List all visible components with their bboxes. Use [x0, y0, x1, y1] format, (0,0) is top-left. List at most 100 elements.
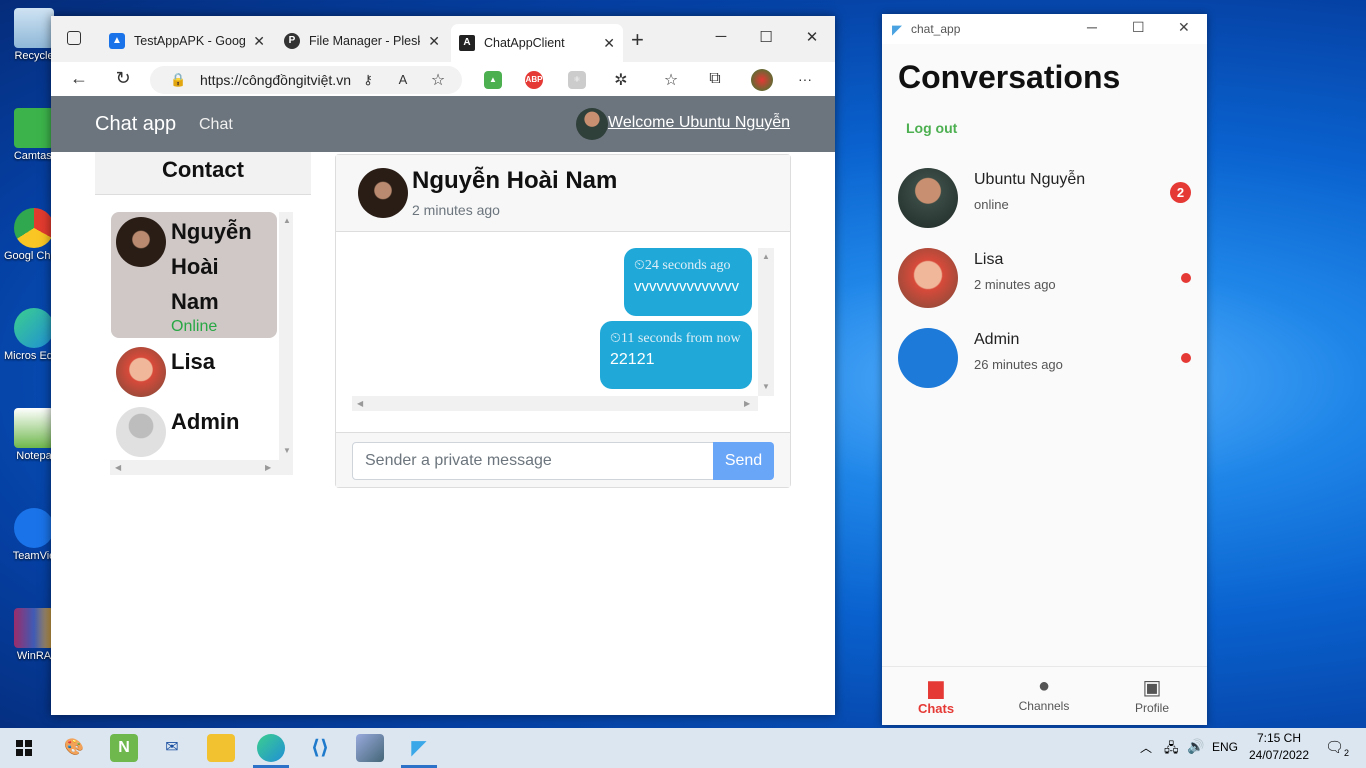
message-input[interactable]: Sender a private message	[352, 442, 714, 480]
network-icon[interactable]: 🖧	[1164, 739, 1179, 761]
adblock-icon[interactable]: ABP	[525, 71, 543, 89]
conversation-name: Lisa	[974, 251, 1004, 268]
nav-link-chat[interactable]: Chat	[199, 116, 233, 134]
navbar-brand[interactable]: Chat app	[95, 113, 176, 136]
notepadpp-icon[interactable]: N	[110, 734, 138, 762]
conversation-name: Ubuntu Nguyễn	[974, 171, 1086, 188]
volume-icon[interactable]: 🔊	[1187, 738, 1204, 755]
conversation-lisa[interactable]: Lisa 2 minutes ago	[882, 240, 1207, 320]
message-input-bar: Sender a private message Send	[336, 432, 790, 487]
avatar	[358, 168, 408, 218]
language-indicator[interactable]: ENG	[1212, 740, 1238, 754]
tab-google-drive[interactable]: ▲ TestAppAPK - Google Drive ✕	[101, 26, 273, 56]
close-icon[interactable]: ✕	[253, 33, 265, 50]
clock-date: 24/07/2022	[1248, 748, 1310, 762]
edge-icon	[14, 308, 54, 348]
add-favorite-icon[interactable]: ☆	[426, 70, 450, 90]
collections-icon[interactable]: ⧉	[703, 70, 727, 88]
recycle-bin-icon	[14, 8, 54, 48]
bottom-navigation: ▆ Chats ● Channels ▣ Profile	[882, 666, 1207, 725]
avatar	[116, 347, 166, 397]
message-bubble: ⏲24 seconds ago vvvvvvvvvvvvvv	[624, 248, 752, 316]
reload-button[interactable]: ↻	[111, 68, 135, 89]
nav-channels[interactable]: ● Channels	[994, 675, 1094, 713]
contact-list: Nguyễn Hoài Nam Online Lisa Admin ▲ ▼ ◀ …	[110, 212, 295, 477]
conversation-time: 26 minutes ago	[974, 357, 1063, 372]
vscode-icon[interactable]: ⟨⟩	[306, 734, 334, 762]
edge-icon[interactable]	[257, 734, 285, 762]
profile-avatar-icon[interactable]	[751, 69, 773, 91]
conversation-ubuntu-nguyen[interactable]: Ubuntu Nguyễn online 2	[882, 160, 1207, 240]
message-text: vvvvvvvvvvvvvv	[634, 278, 739, 295]
chat-icon: ▆	[928, 677, 944, 699]
app-icon[interactable]	[356, 734, 384, 762]
contact-name: Lisa	[171, 349, 216, 374]
avatar	[898, 248, 958, 308]
message-bubble: ⏲11 seconds from now 22121	[600, 321, 752, 389]
send-button[interactable]: Send	[713, 442, 774, 480]
conversation-time: 2 minutes ago	[974, 277, 1056, 292]
react-devtools-icon[interactable]: ⚛	[568, 71, 586, 89]
paint-icon[interactable]: 🎨	[60, 734, 88, 762]
unread-badge: 2	[1170, 182, 1191, 203]
taskbar: 🎨 N ✉ ⟨⟩ ◤ ︿ 🖧 🔊 ENG 7:15 CH 24/07/2022 …	[0, 728, 1366, 768]
lock-icon: 🔒	[170, 72, 187, 87]
tab-bar: ▲ TestAppAPK - Google Drive ✕ P File Man…	[51, 16, 835, 62]
tab-actions-icon[interactable]	[67, 31, 81, 45]
message-h-scrollbar[interactable]	[352, 396, 758, 411]
message-time: 11 seconds from now	[620, 331, 741, 346]
close-icon[interactable]: ✕	[603, 35, 615, 52]
contact-name: Nguyễn Hoài Nam	[171, 219, 252, 314]
contact-heading: Contact	[95, 152, 311, 195]
welcome-link[interactable]: Welcome Ubuntu Nguyễn	[608, 114, 790, 132]
notification-icon[interactable]: 🗨2	[1325, 738, 1349, 758]
message-scrollbar[interactable]	[758, 248, 774, 396]
nav-chats[interactable]: ▆ Chats	[886, 675, 986, 716]
page-title: Conversations	[898, 59, 1121, 95]
minimize-button[interactable]: ─	[1087, 19, 1097, 35]
maximize-button[interactable]: ☐	[1132, 19, 1145, 36]
chat-last-seen: 2 minutes ago	[412, 202, 500, 218]
minimize-button[interactable]: ─	[711, 28, 731, 45]
favorites-icon[interactable]: ☆	[659, 70, 683, 90]
extension-icon[interactable]: ▲	[484, 71, 502, 89]
flutter-icon[interactable]: ◤	[405, 734, 433, 762]
more-icon[interactable]: ···	[793, 71, 817, 87]
avatar	[898, 168, 958, 228]
close-window-button[interactable]: ✕	[802, 28, 822, 46]
mail-icon[interactable]: ✉	[158, 734, 186, 762]
read-aloud-icon[interactable]: A	[391, 72, 415, 87]
logout-button[interactable]: Log out	[906, 120, 957, 136]
contact-item-lisa[interactable]: Lisa	[111, 342, 277, 400]
maximize-button[interactable]: ☐	[756, 28, 776, 46]
conversation-admin[interactable]: Admin 26 minutes ago	[882, 320, 1207, 400]
file-explorer-icon[interactable]	[207, 734, 235, 762]
tab-file-manager[interactable]: P File Manager - Plesk Obsidian ✕	[276, 26, 448, 56]
back-button[interactable]: ←	[67, 68, 91, 89]
contact-item-admin[interactable]: Admin	[111, 402, 277, 460]
chevron-up-icon[interactable]: ︿	[1140, 739, 1152, 756]
channels-icon: ●	[1037, 675, 1051, 697]
new-tab-button[interactable]: +	[631, 29, 644, 51]
chat-card: Nguyễn Hoài Nam 2 minutes ago ⏲24 second…	[335, 154, 791, 488]
flutter-app-window: ◤ chat_app ─ ☐ ✕ Conversations Log out U…	[882, 14, 1207, 725]
url-field[interactable]: 🔒 https://côngđồngitviệt.vn	[150, 66, 462, 94]
contact-scrollbar[interactable]	[279, 212, 293, 460]
close-icon[interactable]: ✕	[428, 33, 440, 50]
extensions-icon[interactable]: ✲	[609, 70, 633, 90]
start-button[interactable]	[16, 740, 32, 756]
close-window-button[interactable]: ✕	[1178, 19, 1190, 36]
unread-dot	[1181, 353, 1191, 363]
angular-icon: A	[459, 35, 475, 51]
key-icon[interactable]: ⚷	[356, 72, 380, 88]
contact-item-nguyen-hoai-nam[interactable]: Nguyễn Hoài Nam Online	[111, 212, 277, 338]
clock[interactable]: 7:15 CH 24/07/2022	[1248, 731, 1310, 762]
nav-profile[interactable]: ▣ Profile	[1102, 675, 1202, 715]
tab-chatappclient[interactable]: A ChatAppClient ✕	[451, 24, 623, 62]
web-navbar: Chat app Chat Welcome Ubuntu Nguyễn	[51, 96, 835, 152]
winrar-icon	[14, 608, 54, 648]
chat-header: Nguyễn Hoài Nam 2 minutes ago	[336, 155, 790, 232]
conversation-status: online	[974, 197, 1009, 212]
clock-icon: ⏲	[634, 258, 645, 273]
message-list: ⏲24 seconds ago vvvvvvvvvvvvvv ⏲11 secon…	[352, 248, 774, 416]
